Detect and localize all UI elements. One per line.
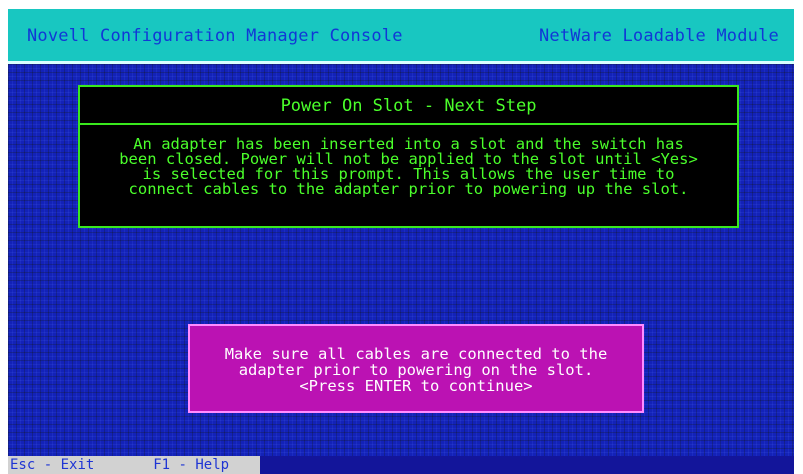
dialog-message: An adapter has been inserted into a slot… <box>80 125 737 197</box>
header-subtitle: NetWare Loadable Module <box>538 26 779 46</box>
dialog-title: Power On Slot - Next Step <box>80 87 737 125</box>
help-label: Help <box>195 457 230 473</box>
escape-key-label: Esc <box>10 457 36 473</box>
header-title: Novell Configuration Manager Console <box>27 26 403 46</box>
key-separator: - <box>43 457 61 473</box>
console-workspace: Power On Slot - Next Step An adapter has… <box>8 64 794 456</box>
alert-message-line: Make sure all cables are connected to th… <box>224 345 608 363</box>
f1-help-key[interactable]: F1 - Help <box>153 456 229 474</box>
f1-key-label: F1 <box>153 457 171 473</box>
exit-label: Exit <box>60 457 95 473</box>
key-separator: - <box>178 457 196 473</box>
press-enter-prompt[interactable]: <Press ENTER to continue> <box>190 378 642 394</box>
escape-exit-key[interactable]: Esc - Exit <box>10 456 94 474</box>
power-on-slot-dialog: Power On Slot - Next Step An adapter has… <box>78 85 739 228</box>
netware-console-screen: Novell Configuration Manager Console Net… <box>0 0 803 474</box>
status-bar: Esc - Exit F1 - Help <box>8 456 794 474</box>
console-header: Novell Configuration Manager Console Net… <box>8 9 794 64</box>
continue-alert-box[interactable]: Make sure all cables are connected to th… <box>188 324 644 413</box>
alert-message-line: adapter prior to powering on the slot. <box>238 361 594 379</box>
function-key-bar: Esc - Exit F1 - Help <box>8 456 260 474</box>
dialog-message-line: connect cables to the adapter prior to p… <box>128 180 689 198</box>
